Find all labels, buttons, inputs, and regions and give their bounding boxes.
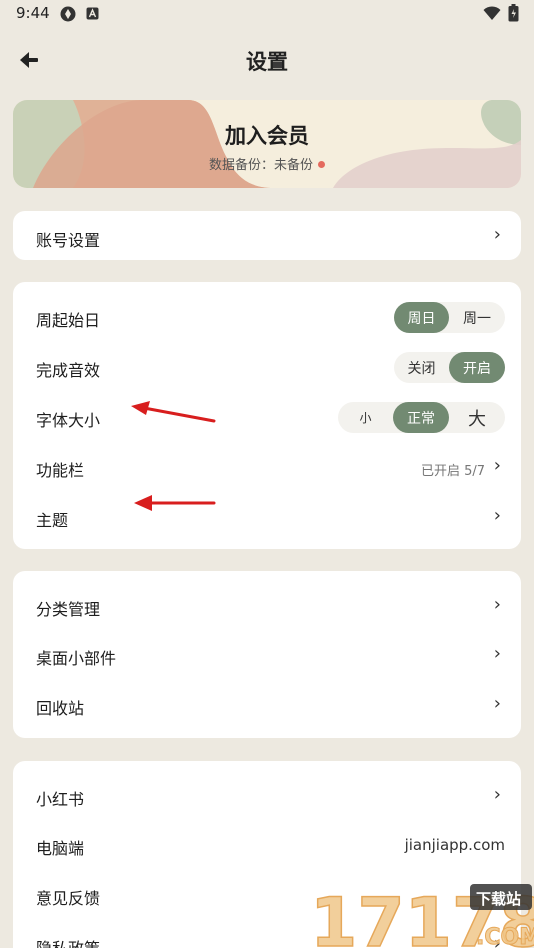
watermark: 17178 下载站 .COM [300,880,534,948]
week-start-sunday-option[interactable]: 周日 [394,302,449,333]
app-logo-icon [60,6,76,22]
week-start-monday-option[interactable]: 周一 [449,302,505,333]
chevron-right-icon: › [493,784,501,805]
xiaohongshu-row[interactable]: 小红书 › [13,771,521,821]
membership-banner[interactable]: 加入会员 数据备份：未备份 [13,100,521,188]
week-start-toggle: 周日 周一 [394,302,505,333]
trash-row[interactable]: 回收站 › [13,680,521,730]
privacy-label: 隐私政策 [36,935,100,948]
app-header: 设置 [0,38,534,82]
font-size-label: 字体大小 [36,411,101,430]
sound-on-option[interactable]: 开启 [449,352,505,383]
sound-off-option[interactable]: 关闭 [394,352,449,383]
watermark-badge: 下载站 [476,890,521,908]
chevron-right-icon: › [493,455,501,476]
page-title: 设置 [246,50,288,74]
chevron-right-icon: › [493,594,501,615]
toolbar-status: 已开启 5/7 [420,464,485,479]
week-start-row: 周起始日 周日 周一 [13,292,521,342]
status-bar: 9:44 [0,0,534,28]
toolbar-row[interactable]: 功能栏 已开启 5/7 › [13,442,521,492]
category-manage-label: 分类管理 [36,600,101,619]
manage-card: 分类管理 › 桌面小部件 › 回收站 › [13,571,521,738]
week-start-label: 周起始日 [36,311,101,330]
status-time: 9:44 [16,4,50,22]
desktop-row[interactable]: 电脑端 jianjiapp.com [13,820,521,870]
chevron-right-icon: › [493,224,501,245]
wifi-icon [483,6,501,20]
desktop-label: 电脑端 [36,839,85,858]
font-size-large-option[interactable]: 大 [449,402,505,433]
desktop-url: jianjiapp.com [404,836,505,854]
account-card: 账号设置 › [13,211,521,260]
font-size-toggle: 小 正常 大 [338,402,505,433]
chevron-right-icon: › [493,643,501,664]
widget-label: 桌面小部件 [36,649,117,668]
chevron-right-icon: › [493,505,501,526]
xiaohongshu-label: 小红书 [36,790,85,809]
notification-icon [86,7,99,20]
watermark-logo: 17178 下载站 .COM [309,883,534,948]
widget-row[interactable]: 桌面小部件 › [13,630,521,680]
font-size-small-option[interactable]: 小 [338,402,393,433]
backup-status: 数据备份：未备份 [13,154,521,173]
account-settings-row[interactable]: 账号设置 › [13,211,521,261]
sound-toggle: 关闭 开启 [394,352,505,383]
theme-row[interactable]: 主题 › [13,492,521,542]
sound-row: 完成音效 关闭 开启 [13,342,521,392]
font-size-normal-option[interactable]: 正常 [393,402,449,433]
trash-label: 回收站 [36,699,85,718]
unbacked-dot [318,161,325,168]
category-manage-row[interactable]: 分类管理 › [13,581,521,631]
font-size-row: 字体大小 小 正常 大 [13,392,521,442]
account-settings-label: 账号设置 [36,231,101,250]
preferences-card: 周起始日 周日 周一 完成音效 关闭 开启 字体大小 小 正常 大 功能栏 已开… [13,282,521,549]
sound-label: 完成音效 [36,361,101,380]
battery-icon [508,4,519,22]
feedback-label: 意见反馈 [36,889,101,908]
backup-status-text: 数据备份：未备份 [208,158,313,173]
banner-title: 加入会员 [225,124,309,148]
chevron-right-icon: › [493,693,501,714]
watermark-suffix: .COM [476,925,534,948]
toolbar-label: 功能栏 [36,461,85,480]
theme-label: 主题 [36,511,69,530]
